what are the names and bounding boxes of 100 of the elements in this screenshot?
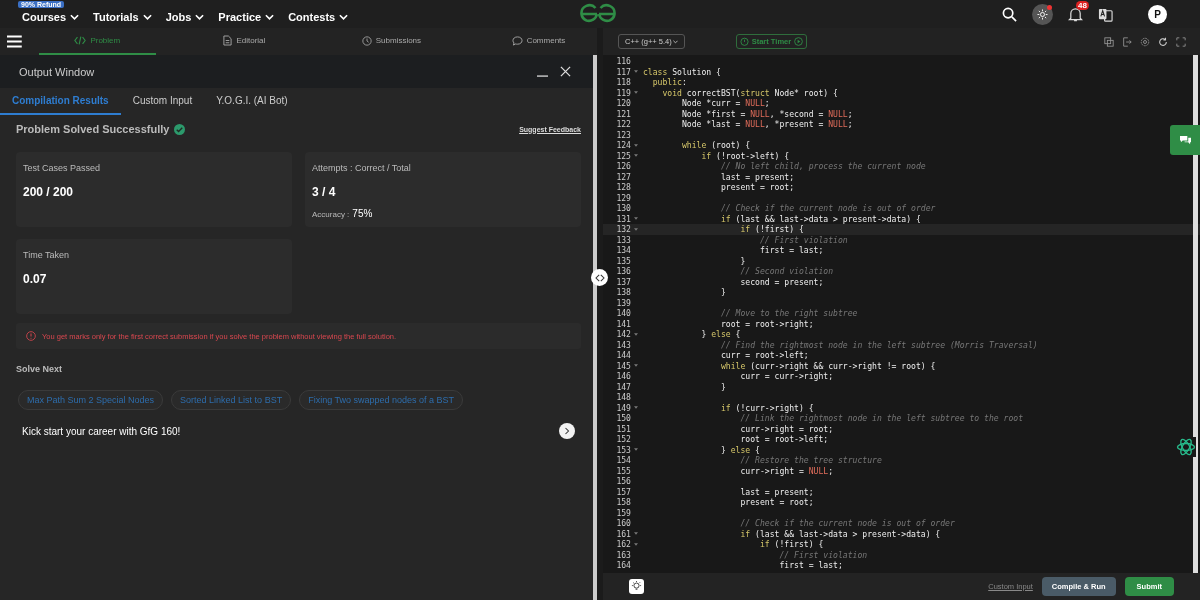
refresh-icon[interactable]	[1158, 36, 1168, 47]
code-line: // Restore the tree structure	[739, 455, 882, 466]
ai-flower-icon[interactable]	[1176, 437, 1196, 457]
fold-icon[interactable]	[634, 448, 638, 452]
code-line: }	[719, 381, 726, 392]
fold-icon[interactable]	[634, 542, 638, 546]
accuracy-value: 75%	[352, 208, 373, 219]
code-line: curr = curr->right;	[739, 371, 834, 382]
code-line: // Check if the current node is out of order	[719, 203, 936, 214]
nav-menu-item[interactable]: Jobs	[165, 11, 205, 23]
output-tab[interactable]: Custom Input	[120, 88, 205, 115]
chevron-icon	[70, 14, 80, 20]
fold-icon[interactable]	[634, 143, 638, 147]
problem-tab[interactable]: Submissions	[332, 28, 450, 55]
line-number: 140	[615, 308, 631, 319]
line-number: 128	[615, 182, 631, 193]
close-icon[interactable]	[560, 66, 571, 77]
line-number: 143	[615, 339, 631, 350]
hint-bulb-button[interactable]	[629, 579, 644, 594]
line-number: 134	[615, 245, 631, 256]
line-number: 155	[615, 465, 631, 476]
scrollbar[interactable]	[1193, 55, 1198, 573]
promo-text: Kick start your career with GfG 160!	[22, 425, 181, 437]
line-number: 123	[615, 129, 631, 140]
line-number: 125	[615, 150, 631, 161]
line-number: 156	[615, 476, 631, 487]
line-number: 157	[615, 486, 631, 497]
line-number: 146	[615, 371, 631, 382]
code-line: last = present;	[739, 486, 814, 497]
scrollbar[interactable]	[593, 55, 597, 600]
stat-label: Time Taken	[23, 250, 71, 260]
code-line: // No left child, process the current node	[719, 161, 926, 172]
next-arrow-button[interactable]	[559, 423, 575, 439]
theme-toggle-button[interactable]	[1032, 3, 1053, 25]
line-number: 150	[615, 413, 631, 424]
bell-icon[interactable]	[1068, 6, 1083, 22]
nav-menu-item[interactable]: Practice	[218, 11, 275, 23]
code-line: if (!root->left) {	[700, 150, 790, 161]
line-number: 152	[615, 434, 631, 445]
nav-menu-item[interactable]: Tutorials	[93, 11, 152, 23]
output-tab[interactable]: Y.O.G.I. (AI Bot)	[204, 88, 300, 115]
accuracy-label: Accuracy :	[312, 210, 350, 219]
code-line: first = last;	[778, 560, 843, 571]
translate-icon[interactable]	[1098, 6, 1113, 22]
fold-icon[interactable]	[634, 217, 638, 221]
line-number: 141	[615, 318, 631, 329]
code-line: // Second violation	[739, 266, 834, 277]
code-line: // First violation	[758, 234, 848, 245]
fold-icon[interactable]	[634, 70, 638, 74]
fullscreen-icon[interactable]	[1176, 36, 1186, 47]
output-tab[interactable]: Compilation Results	[0, 88, 121, 115]
code-line: class Solution {	[643, 66, 721, 77]
chat-icon	[511, 35, 523, 46]
code-arrows-icon	[594, 273, 605, 282]
line-number: 148	[615, 392, 631, 403]
code-line: } else {	[700, 329, 741, 340]
fold-icon[interactable]	[634, 91, 638, 95]
code-line: // Move to the right subtree	[719, 308, 858, 319]
chat-button[interactable]	[1170, 125, 1200, 155]
status-message: Problem Solved Successfully	[16, 123, 170, 135]
search-icon[interactable]	[1002, 6, 1017, 22]
line-number: 129	[615, 192, 631, 203]
problem-tab[interactable]: Comments	[479, 28, 597, 55]
fold-icon[interactable]	[634, 154, 638, 158]
user-avatar[interactable]: P	[1148, 4, 1167, 24]
fold-icon[interactable]	[634, 532, 638, 536]
code-line: Node *last = NULL, *present = NULL;	[680, 119, 853, 130]
chevron-icon	[142, 14, 152, 20]
warning-icon	[26, 331, 36, 341]
code-icon	[74, 36, 87, 45]
nav-menu-item[interactable]: Contests	[288, 11, 349, 23]
fold-icon[interactable]	[634, 406, 638, 410]
line-number: 153	[615, 444, 631, 455]
stat-value: 3 / 4	[312, 185, 337, 199]
chevron-right-icon	[564, 427, 570, 435]
copy-icon[interactable]	[1104, 36, 1114, 47]
line-number: 160	[615, 518, 631, 529]
code-line: if (!first) {	[739, 224, 804, 235]
settings-icon[interactable]	[1140, 36, 1150, 47]
stat-value: 0.07	[23, 272, 48, 286]
code-line: void correctBST(struct Node* root) {	[661, 87, 838, 98]
clock-icon	[361, 35, 372, 46]
export-icon[interactable]	[1122, 36, 1132, 47]
problem-tab[interactable]: Editorial	[185, 28, 303, 55]
line-number: 133	[615, 234, 631, 245]
code-line: if (!first) {	[758, 539, 824, 550]
nav-menu-item[interactable]: Courses	[22, 11, 80, 23]
section-title: Solve Next	[16, 364, 64, 374]
line-number: 124	[615, 140, 631, 151]
line-number: 147	[615, 381, 631, 392]
fold-icon[interactable]	[634, 332, 638, 336]
line-number: 151	[615, 423, 631, 434]
logo-icon[interactable]	[578, 3, 618, 25]
line-number: 130	[615, 203, 631, 214]
chevron-icon	[339, 14, 349, 20]
line-number: 158	[615, 497, 631, 508]
menu-icon[interactable]	[7, 35, 22, 48]
line-number: 119	[615, 87, 631, 98]
fold-icon[interactable]	[634, 364, 638, 368]
fold-icon[interactable]	[634, 227, 638, 231]
